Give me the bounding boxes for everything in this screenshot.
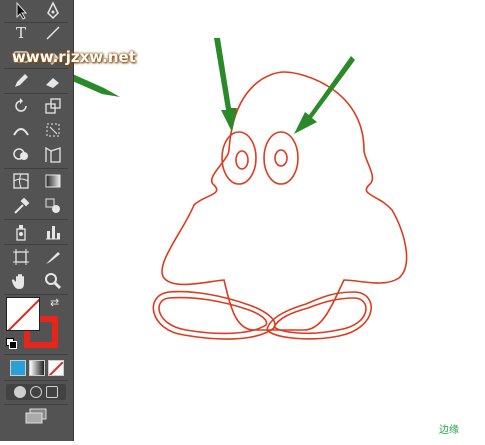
none-slash-icon [7,298,39,330]
penguin-right-foot-outer [266,291,372,340]
penguin-left-foot-inner [158,296,268,335]
rotate-tool[interactable] [6,95,36,117]
type-tool[interactable]: T [6,22,36,44]
rotate-icon [15,98,27,112]
symbol-sprayer-tool[interactable] [6,221,36,243]
penguin-left-eye-outer [221,131,257,185]
width-tool[interactable] [6,119,36,141]
gradient-tool[interactable] [38,170,68,192]
draw-normal-icon[interactable] [14,386,26,398]
default-colors-icon[interactable] [6,338,17,349]
slice-knife-icon [46,252,60,264]
penguin-right-foot-inner [272,297,367,335]
line-segment-tool[interactable] [38,22,68,44]
pen-icon [47,1,59,20]
selection-tool[interactable] [6,0,36,22]
scale-tool[interactable] [38,95,68,117]
fill-swatch[interactable] [6,297,40,331]
artboard-canvas[interactable] [24,0,485,441]
penguin-body-outline [161,71,408,331]
selection-arrow-icon [16,1,28,20]
width-icon [13,128,29,136]
gradient-mode-button[interactable] [29,360,45,376]
arrow-pointing-right-eye [294,56,355,134]
penguin-left-foot-outer [152,290,276,340]
eyedropper-icon [14,197,30,214]
screen-mode-icon [25,408,47,424]
blend-icon [45,198,60,213]
eraser-blob-icon [46,78,59,88]
penguin-drawing [24,38,408,340]
line-icon [46,26,60,40]
magnifier-icon [45,273,62,290]
artboard-tool[interactable] [6,246,36,268]
shape-builder-icon [13,148,28,160]
blend-tool[interactable] [38,195,68,217]
penguin-right-eye-inner [274,149,288,167]
watermark-text: www.rjzxw.net [12,48,136,66]
pen-tool[interactable] [38,0,68,22]
column-graph-icon [46,226,60,240]
symbol-sprayer-icon [16,225,26,241]
artboard-icon [13,249,29,265]
pencil-tool[interactable] [6,70,36,92]
penguin-left-eye-inner [235,150,249,170]
perspective-grid-tool[interactable] [38,144,68,166]
type-icon: T [15,24,26,42]
zoom-tool[interactable] [38,270,68,292]
screen-mode-button[interactable] [24,408,48,424]
mesh-icon [13,173,29,189]
drawing-modes[interactable] [6,384,66,400]
free-transform-tool[interactable] [38,119,68,141]
draw-inside-icon[interactable] [46,386,58,398]
pencil-icon [15,74,28,87]
hand-icon [11,274,24,289]
penguin-right-eye-outer [263,131,299,185]
tools-panel: T ⇄ [0,0,74,441]
none-slash-icon [49,361,63,375]
slice-tool[interactable] [38,246,68,268]
smart-guide-label: 边缘 [439,425,459,436]
arrow-pointing-left-eye [214,38,237,132]
column-graph-tool[interactable] [38,221,68,243]
swap-arrows-icon[interactable]: ⇄ [50,296,59,309]
color-mode-button[interactable] [10,360,26,376]
none-mode-button[interactable] [48,360,64,376]
mesh-tool[interactable] [6,170,36,192]
eyedropper-tool[interactable] [6,195,36,217]
scale-icon [45,98,61,114]
hand-tool[interactable] [6,270,36,292]
blob-brush-tool[interactable] [38,70,68,92]
free-transform-icon [46,123,60,137]
perspective-grid-icon [45,146,61,163]
gradient-icon [45,174,61,188]
shape-builder-tool[interactable] [6,144,36,166]
draw-behind-icon[interactable] [30,386,42,398]
